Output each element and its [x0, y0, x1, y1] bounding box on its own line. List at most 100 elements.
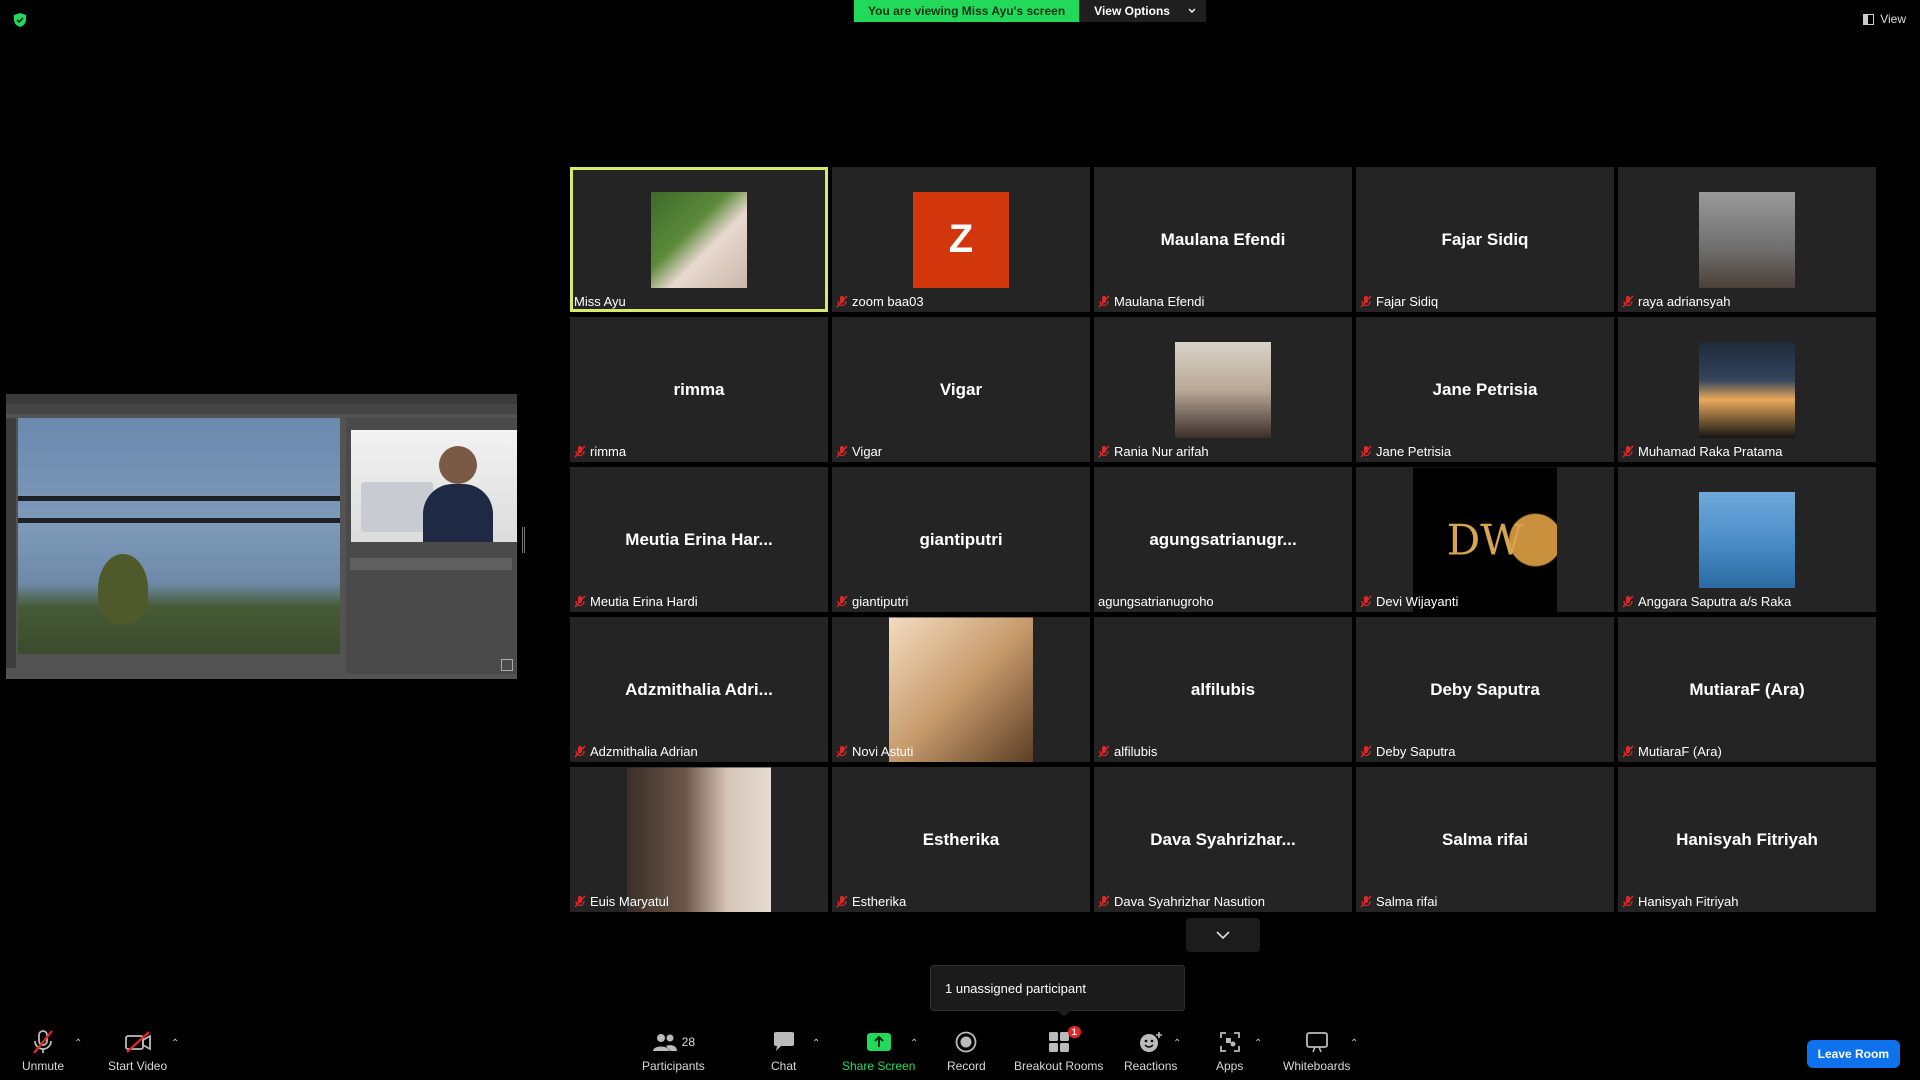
microphone-muted-icon — [574, 895, 586, 908]
participant-display-name: Meutia Erina Har... — [625, 529, 773, 549]
participant-tile[interactable]: Jane Petrisia Jane Petrisia — [1356, 317, 1614, 462]
microphone-muted-icon — [1622, 295, 1634, 308]
participant-tile[interactable]: Hanisyah Fitriyah Hanisyah Fitriyah — [1618, 767, 1876, 912]
participant-tile[interactable]: Euis Maryatul — [570, 767, 828, 912]
leave-room-button[interactable]: Leave Room — [1806, 1040, 1900, 1068]
participant-tile[interactable]: Salma rifai Salma rifai — [1356, 767, 1614, 912]
reactions-button[interactable]: Reactions — [1124, 1028, 1177, 1073]
shared-screen-content — [6, 394, 517, 679]
chat-button[interactable]: Chat — [771, 1028, 796, 1073]
start-video-button[interactable]: Start Video — [108, 1028, 167, 1073]
participant-name: Jane Petrisia — [1376, 444, 1452, 459]
participant-gallery: Miss Ayu Zzoom baa03 Maulana Efendi Maulana… — [570, 167, 1878, 913]
whiteboards-button[interactable]: Whiteboards — [1283, 1028, 1350, 1073]
participant-tile[interactable]: Muhamad Raka Pratama — [1618, 317, 1876, 462]
start-video-label: Start Video — [108, 1059, 168, 1073]
shared-screen-view[interactable] — [6, 380, 517, 698]
participants-button[interactable]: 28 Participants — [642, 1028, 705, 1073]
participant-tile[interactable]: Adzmithalia Adri... Adzmithalia Adrian — [570, 617, 828, 762]
avatar: Z — [913, 191, 1009, 288]
apps-options-caret[interactable]: ⌃ — [1254, 1038, 1262, 1049]
participant-tile[interactable]: rimma rimma — [570, 317, 828, 462]
screen-share-banner: You are viewing Miss Ayu's screen View O… — [854, 0, 1206, 22]
participant-tile[interactable]: agungsatrianugr... agungsatrianugroho — [1094, 467, 1352, 612]
microphone-muted-icon — [1360, 745, 1372, 758]
unmute-label: Unmute — [22, 1059, 65, 1073]
meeting-toolbar: Unmute ⌃ Start Video ⌃ 28 Participants C… — [0, 1020, 1920, 1080]
split-resize-handle[interactable] — [522, 527, 525, 553]
participant-tile[interactable]: Vigar Vigar — [832, 317, 1090, 462]
participant-name: Adzmithalia Adrian — [590, 744, 698, 759]
participant-name: giantiputri — [852, 594, 909, 609]
participant-tile[interactable]: Miss Ayu — [570, 167, 828, 312]
participant-name-tag: Novi Astuti — [836, 744, 913, 759]
avatar — [1175, 341, 1271, 438]
unmute-button[interactable]: Unmute — [22, 1028, 64, 1073]
share-screen-button[interactable]: Share Screen — [842, 1028, 915, 1073]
participant-tile[interactable]: Deby Saputra Deby Saputra — [1356, 617, 1614, 762]
participant-name-tag: Dava Syahrizhar Nasution — [1098, 894, 1265, 909]
microphone-muted-icon — [1360, 445, 1372, 458]
chevron-down-icon — [1188, 8, 1196, 13]
chat-options-caret[interactable]: ⌃ — [812, 1038, 820, 1049]
participant-tile[interactable]: Maulana Efendi Maulana Efendi — [1094, 167, 1352, 312]
view-button[interactable]: View — [1863, 12, 1906, 26]
whiteboards-options-caret[interactable]: ⌃ — [1350, 1038, 1358, 1049]
participant-tile[interactable]: giantiputri giantiputri — [832, 467, 1090, 612]
breakout-rooms-button[interactable]: 1 Breakout Rooms — [1014, 1026, 1103, 1073]
microphone-muted-icon — [574, 595, 586, 608]
participant-name: Deby Saputra — [1376, 744, 1456, 759]
participant-display-name: Vigar — [939, 379, 983, 399]
more-participants-button[interactable] — [1186, 918, 1260, 952]
grid-view-icon — [1863, 13, 1875, 25]
participant-tile[interactable]: raya adriansyah — [1618, 167, 1876, 312]
share-options-caret[interactable]: ⌃ — [910, 1038, 918, 1049]
avatar — [1699, 491, 1795, 588]
audio-options-caret[interactable]: ⌃ — [74, 1038, 82, 1049]
participant-name-tag: Meutia Erina Hardi — [574, 594, 698, 609]
record-button[interactable]: Record — [947, 1028, 986, 1073]
apps-button[interactable]: Apps — [1216, 1028, 1243, 1073]
participant-display-name: agungsatrianugr... — [1149, 529, 1297, 549]
participant-tile[interactable]: alfilubis alfilubis — [1094, 617, 1352, 762]
participant-display-name: alfilubis — [1190, 679, 1256, 699]
participant-tile[interactable]: Zzoom baa03 — [832, 167, 1090, 312]
record-label: Record — [947, 1059, 986, 1073]
participant-name: rimma — [590, 444, 627, 459]
chat-icon — [773, 1032, 794, 1051]
view-options-button[interactable]: View Options — [1079, 0, 1206, 22]
reactions-options-caret[interactable]: ⌃ — [1173, 1038, 1181, 1049]
participant-tile[interactable]: Estherika Estherika — [832, 767, 1090, 912]
participants-icon — [652, 1034, 677, 1051]
microphone-muted-icon — [33, 1030, 53, 1054]
participant-name: Novi Astuti — [852, 744, 914, 759]
microphone-muted-icon — [836, 295, 848, 308]
view-options-label: View Options — [1094, 4, 1170, 18]
app-menubar — [6, 394, 517, 404]
video-options-caret[interactable]: ⌃ — [171, 1038, 179, 1049]
participant-tile[interactable]: DW Devi Wijayanti — [1356, 467, 1614, 612]
microphone-muted-icon — [836, 595, 848, 608]
participant-name-tag: agungsatrianugroho — [1098, 594, 1214, 609]
participant-name-tag: Adzmithalia Adrian — [574, 744, 698, 759]
security-shield-icon[interactable] — [12, 12, 28, 28]
participant-tile[interactable]: Anggara Saputra a/s Raka — [1618, 467, 1876, 612]
participant-tile[interactable]: Fajar Sidiq Fajar Sidiq — [1356, 167, 1614, 312]
participant-name: Muhamad Raka Pratama — [1638, 444, 1783, 459]
microphone-muted-icon — [1098, 895, 1110, 908]
zoom-meeting-window: You are viewing Miss Ayu's screen View O… — [0, 0, 1920, 1080]
expand-icon[interactable] — [501, 659, 513, 671]
participant-tile[interactable]: Dava Syahrizhar... Dava Syahrizhar Nasuti… — [1094, 767, 1352, 912]
participant-name: raya adriansyah — [1638, 294, 1731, 309]
apps-label: Apps — [1216, 1059, 1244, 1073]
participant-name: Fajar Sidiq — [1376, 294, 1439, 309]
participant-name-tag: zoom baa03 — [836, 294, 924, 309]
participant-display-name: Hanisyah Fitriyah — [1676, 829, 1818, 849]
participant-tile[interactable]: MutiaraF (Ara) MutiaraF (Ara) — [1618, 617, 1876, 762]
avatar — [889, 617, 1033, 762]
participant-tile[interactable]: Novi Astuti — [832, 617, 1090, 762]
participant-tile[interactable]: Rania Nur arifah — [1094, 317, 1352, 462]
microphone-muted-icon — [1360, 595, 1372, 608]
participant-tile[interactable]: Meutia Erina Har... Meutia Erina Hardi — [570, 467, 828, 612]
presenter-camera — [351, 430, 517, 542]
